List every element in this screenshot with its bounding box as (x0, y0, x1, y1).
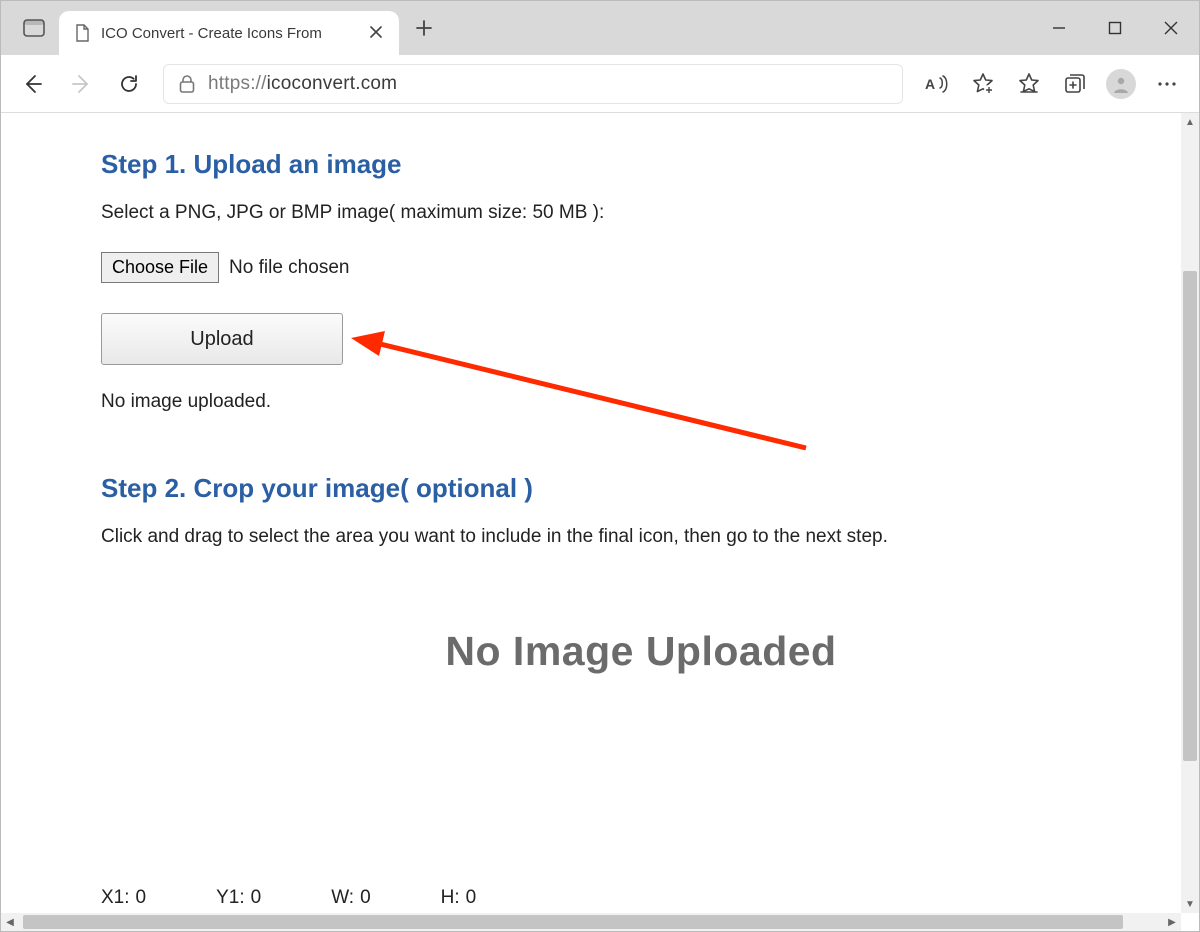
step2-heading: Step 2. Crop your image( optional ) (101, 473, 1181, 504)
tab-actions-icon[interactable] (15, 9, 53, 47)
window-maximize-button[interactable] (1087, 1, 1143, 55)
file-chosen-label: No file chosen (229, 257, 349, 279)
add-favorite-icon[interactable] (961, 62, 1005, 106)
coord-h-label: H: (441, 887, 460, 909)
tab-close-icon[interactable] (369, 25, 385, 41)
horizontal-scrollbar[interactable]: ◀ ▶ (1, 913, 1181, 931)
collections-icon[interactable] (1053, 62, 1097, 106)
browser-toolbar: https://icoconvert.com A (1, 55, 1199, 113)
new-tab-button[interactable] (407, 11, 441, 45)
avatar-icon (1106, 69, 1136, 99)
coord-x1-label: X1: (101, 887, 130, 909)
read-aloud-icon[interactable]: A (915, 62, 959, 106)
scroll-up-icon[interactable]: ▲ (1181, 113, 1199, 131)
page-content: Step 1. Upload an image Select a PNG, JP… (1, 113, 1181, 913)
back-button[interactable] (11, 62, 55, 106)
coord-w-value: 0 (360, 887, 371, 909)
address-bar[interactable]: https://icoconvert.com (163, 64, 903, 104)
toolbar-right: A (915, 62, 1189, 106)
upload-button[interactable]: Upload (101, 313, 343, 365)
url-host: icoconvert.com (267, 73, 398, 94)
choose-file-button[interactable]: Choose File (101, 252, 219, 283)
step1-heading: Step 1. Upload an image (101, 149, 1181, 180)
scroll-left-icon[interactable]: ◀ (1, 913, 19, 931)
more-menu-icon[interactable] (1145, 62, 1189, 106)
coord-x1-value: 0 (136, 887, 147, 909)
horizontal-scroll-thumb[interactable] (23, 915, 1123, 929)
refresh-button[interactable] (107, 62, 151, 106)
coord-y1-value: 0 (251, 887, 262, 909)
browser-window: ICO Convert - Create Icons From (0, 0, 1200, 932)
crop-coordinates: X1: 0 Y1: 0 W: 0 H: 0 (101, 887, 476, 909)
browser-tab[interactable]: ICO Convert - Create Icons From (59, 11, 399, 55)
coord-w-label: W: (331, 887, 354, 909)
vertical-scrollbar[interactable]: ▲ ▼ (1181, 113, 1199, 913)
favorites-icon[interactable] (1007, 62, 1051, 106)
tab-title: ICO Convert - Create Icons From (101, 25, 359, 42)
scroll-right-icon[interactable]: ▶ (1163, 913, 1181, 931)
coord-h-value: 0 (466, 887, 477, 909)
page-viewport: Step 1. Upload an image Select a PNG, JP… (1, 113, 1199, 931)
coord-y1-label: Y1: (216, 887, 245, 909)
url-scheme: https:// (208, 73, 267, 94)
profile-button[interactable] (1099, 62, 1143, 106)
lock-icon (178, 74, 196, 94)
titlebar: ICO Convert - Create Icons From (1, 1, 1199, 55)
scroll-down-icon[interactable]: ▼ (1181, 895, 1199, 913)
vertical-scroll-thumb[interactable] (1183, 271, 1197, 761)
svg-text:A: A (925, 76, 935, 92)
step1-instruction: Select a PNG, JPG or BMP image( maximum … (101, 202, 1181, 224)
window-close-button[interactable] (1143, 1, 1199, 55)
window-controls (1031, 1, 1199, 55)
url-text: https://icoconvert.com (208, 73, 397, 95)
window-minimize-button[interactable] (1031, 1, 1087, 55)
upload-status: No image uploaded. (101, 391, 1181, 413)
no-image-placeholder: No Image Uploaded (101, 628, 1181, 675)
step2-instruction: Click and drag to select the area you wa… (101, 526, 1181, 548)
page-favicon-icon (73, 24, 91, 42)
forward-button[interactable] (59, 62, 103, 106)
